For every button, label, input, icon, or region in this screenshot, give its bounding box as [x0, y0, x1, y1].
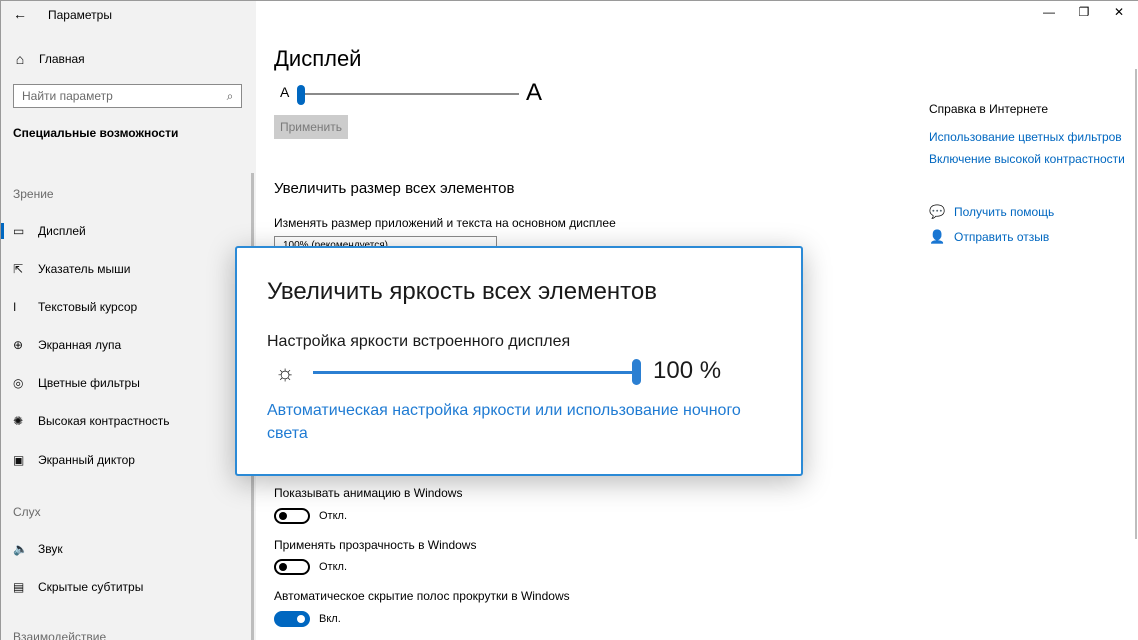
toggle-knob	[279, 563, 287, 571]
text-size-slider[interactable]: A A	[274, 79, 544, 107]
section-title-size: Увеличить размер всех элементов	[274, 180, 515, 197]
brightness-slider[interactable]: ☼ 100 %	[267, 356, 787, 390]
sidebar-item-label: Скрытые субтитры	[38, 580, 144, 594]
color-filter-icon: ◎	[13, 376, 24, 390]
search-icon[interactable]: ⌕	[219, 89, 241, 104]
sidebar-item-high-contrast[interactable]: ✺ Высокая контрастность	[1, 406, 256, 436]
brightness-thumb[interactable]	[632, 359, 641, 385]
feedback-link[interactable]: 👤 Отправить отзыв	[929, 229, 1049, 245]
size-field-label: Изменять размер приложений и текста на о…	[274, 216, 616, 230]
sidebar-item-label: Текстовый курсор	[38, 300, 138, 314]
nav-home[interactable]: ⌂ Главная	[1, 45, 256, 73]
scrollbars-label: Автоматическое скрытие полос прокрутки в…	[274, 589, 570, 603]
chat-help-icon: 💬	[929, 204, 946, 219]
scrollbars-toggle[interactable]	[274, 611, 310, 627]
transparency-toggle-state: Откл.	[319, 561, 348, 573]
search-placeholder: Найти параметр	[22, 89, 113, 103]
sidebar-item-label: Экранная лупа	[38, 338, 122, 352]
help-link-color-filters[interactable]: Использование цветных фильтров	[929, 130, 1122, 144]
help-link-high-contrast[interactable]: Включение высокой контрастности	[929, 152, 1125, 166]
sidebar-item-captions[interactable]: ▤ Скрытые субтитры	[1, 572, 256, 602]
high-contrast-icon: ✺	[13, 414, 24, 428]
get-help-label: Получить помощь	[954, 205, 1055, 219]
nav-home-label: Главная	[39, 52, 85, 66]
sidebar-item-text-cursor[interactable]: I Текстовый курсор	[1, 292, 256, 322]
help-title: Справка в Интернете	[929, 102, 1049, 116]
apply-button[interactable]: Применить	[274, 115, 348, 139]
sun-icon: ☼	[275, 360, 296, 385]
feedback-label: Отправить отзыв	[954, 230, 1050, 244]
magnifier-icon: ⊕	[13, 338, 24, 352]
sound-icon: 🔈	[13, 542, 28, 556]
app-title: Параметры	[48, 8, 112, 22]
sidebar-item-narrator[interactable]: ▣ Экранный диктор	[1, 445, 256, 475]
sidebar-item-magnifier[interactable]: ⊕ Экранная лупа	[1, 330, 256, 360]
sidebar-item-sound[interactable]: 🔈 Звук	[1, 534, 256, 564]
restore-button[interactable]: ❐	[1074, 5, 1094, 19]
feedback-icon: 👤	[929, 229, 946, 244]
captions-icon: ▤	[13, 580, 25, 594]
animation-toggle-state: Откл.	[319, 510, 348, 522]
minimize-button[interactable]: —	[1039, 5, 1059, 19]
sidebar-item-label: Экранный диктор	[38, 453, 135, 467]
brightness-value: 100 %	[653, 357, 722, 384]
animation-toggle[interactable]	[274, 508, 310, 524]
auto-brightness-link[interactable]: Автоматическая настройка яркости или исп…	[267, 399, 777, 445]
brightness-label: Настройка яркости встроенного дисплея	[267, 333, 571, 350]
brightness-track[interactable]	[313, 371, 639, 374]
sidebar-item-label: Высокая контрастность	[38, 414, 170, 428]
animation-label: Показывать анимацию в Windows	[274, 486, 463, 500]
group-label-vision: Зрение	[13, 187, 54, 201]
transparency-label: Применять прозрачность в Windows	[274, 538, 477, 552]
toggle-knob	[279, 512, 287, 520]
scrollbars-toggle-state: Вкл.	[319, 613, 341, 625]
group-label-interaction: Взаимодействие	[13, 630, 107, 640]
popup-title: Увеличить яркость всех элементов	[267, 278, 657, 305]
mouse-pointer-icon: ⇱	[13, 262, 24, 276]
sidebar-item-label: Указатель мыши	[38, 262, 131, 276]
category-title: Специальные возможности	[13, 126, 179, 140]
get-help-link[interactable]: 💬 Получить помощь	[929, 204, 1054, 220]
text-cursor-icon: I	[13, 300, 17, 314]
text-size-small-label: A	[280, 84, 290, 100]
back-arrow-icon[interactable]: ←	[13, 6, 29, 22]
sidebar: ← Параметры ⌂ Главная Найти параметр ⌕ С…	[1, 1, 256, 640]
sidebar-item-mouse-pointer[interactable]: ⇱ Указатель мыши	[1, 254, 256, 284]
text-size-track[interactable]	[299, 93, 519, 95]
sidebar-item-label: Звук	[38, 542, 63, 556]
main-scrollbar[interactable]	[1135, 69, 1137, 539]
group-label-hearing: Слух	[13, 505, 41, 519]
text-size-thumb[interactable]	[297, 85, 305, 105]
sidebar-item-label: Цветные фильтры	[38, 376, 140, 390]
close-button[interactable]: ✕	[1109, 5, 1129, 19]
toggle-knob	[297, 615, 305, 623]
narrator-icon: ▣	[13, 453, 25, 467]
transparency-toggle[interactable]	[274, 559, 310, 575]
home-icon: ⌂	[15, 51, 25, 67]
page-title: Дисплей	[274, 46, 362, 71]
sidebar-item-color-filters[interactable]: ◎ Цветные фильтры	[1, 368, 256, 398]
sidebar-item-display[interactable]: ▭ Дисплей	[1, 216, 256, 246]
search-input[interactable]: Найти параметр ⌕	[13, 84, 242, 108]
brightness-popup: Увеличить яркость всех элементов Настрой…	[235, 246, 803, 476]
sidebar-item-label: Дисплей	[38, 224, 86, 238]
display-icon: ▭	[13, 224, 25, 238]
text-size-large-label: A	[526, 79, 543, 106]
